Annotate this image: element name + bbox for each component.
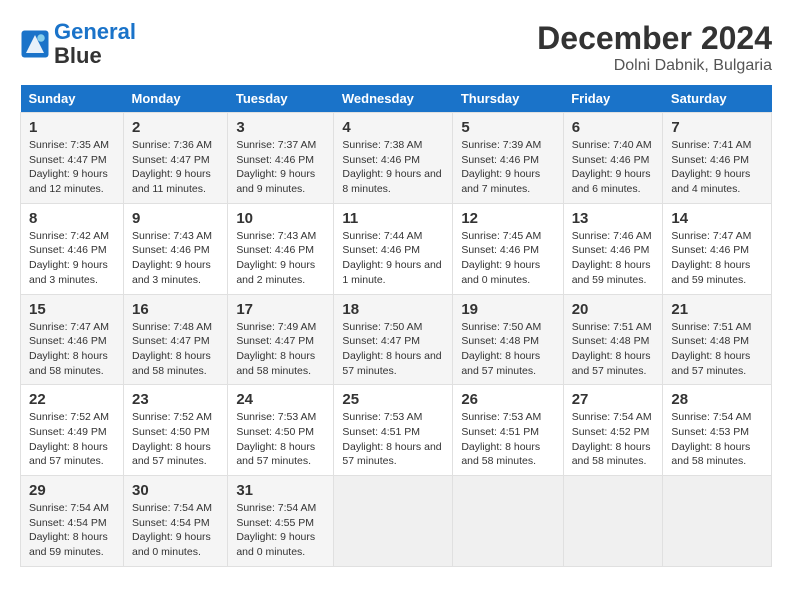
calendar-day-28: 28Sunrise: 7:54 AMSunset: 4:53 PMDayligh… — [663, 385, 772, 476]
calendar-day-11: 11Sunrise: 7:44 AMSunset: 4:46 PMDayligh… — [334, 203, 453, 294]
calendar-day-7: 7Sunrise: 7:41 AMSunset: 4:46 PMDaylight… — [663, 113, 772, 204]
calendar-day-1: 1Sunrise: 7:35 AMSunset: 4:47 PMDaylight… — [21, 113, 124, 204]
calendar-empty-4-6 — [663, 476, 772, 567]
calendar-day-3: 3Sunrise: 7:37 AMSunset: 4:46 PMDaylight… — [228, 113, 334, 204]
calendar-day-24: 24Sunrise: 7:53 AMSunset: 4:50 PMDayligh… — [228, 385, 334, 476]
calendar-day-4: 4Sunrise: 7:38 AMSunset: 4:46 PMDaylight… — [334, 113, 453, 204]
calendar-day-15: 15Sunrise: 7:47 AMSunset: 4:46 PMDayligh… — [21, 294, 124, 385]
calendar-day-5: 5Sunrise: 7:39 AMSunset: 4:46 PMDaylight… — [453, 113, 563, 204]
calendar-empty-4-3 — [334, 476, 453, 567]
logo-line1: General — [54, 19, 136, 44]
calendar-day-16: 16Sunrise: 7:48 AMSunset: 4:47 PMDayligh… — [123, 294, 227, 385]
calendar-week-1: 8Sunrise: 7:42 AMSunset: 4:46 PMDaylight… — [21, 203, 772, 294]
calendar-week-2: 15Sunrise: 7:47 AMSunset: 4:46 PMDayligh… — [21, 294, 772, 385]
calendar-day-29: 29Sunrise: 7:54 AMSunset: 4:54 PMDayligh… — [21, 476, 124, 567]
calendar-day-20: 20Sunrise: 7:51 AMSunset: 4:48 PMDayligh… — [563, 294, 663, 385]
weekday-header-row: SundayMondayTuesdayWednesdayThursdayFrid… — [21, 85, 772, 113]
calendar-day-27: 27Sunrise: 7:54 AMSunset: 4:52 PMDayligh… — [563, 385, 663, 476]
calendar-day-8: 8Sunrise: 7:42 AMSunset: 4:46 PMDaylight… — [21, 203, 124, 294]
calendar-day-26: 26Sunrise: 7:53 AMSunset: 4:51 PMDayligh… — [453, 385, 563, 476]
weekday-header-tuesday: Tuesday — [228, 85, 334, 113]
calendar-week-3: 22Sunrise: 7:52 AMSunset: 4:49 PMDayligh… — [21, 385, 772, 476]
calendar-day-21: 21Sunrise: 7:51 AMSunset: 4:48 PMDayligh… — [663, 294, 772, 385]
month-title: December 2024 — [537, 20, 772, 57]
calendar-day-9: 9Sunrise: 7:43 AMSunset: 4:46 PMDaylight… — [123, 203, 227, 294]
logo: General Blue — [20, 20, 136, 68]
calendar-week-4: 29Sunrise: 7:54 AMSunset: 4:54 PMDayligh… — [21, 476, 772, 567]
calendar-day-17: 17Sunrise: 7:49 AMSunset: 4:47 PMDayligh… — [228, 294, 334, 385]
calendar-day-30: 30Sunrise: 7:54 AMSunset: 4:54 PMDayligh… — [123, 476, 227, 567]
weekday-header-thursday: Thursday — [453, 85, 563, 113]
calendar-day-18: 18Sunrise: 7:50 AMSunset: 4:47 PMDayligh… — [334, 294, 453, 385]
weekday-header-monday: Monday — [123, 85, 227, 113]
weekday-header-friday: Friday — [563, 85, 663, 113]
logo-line2: Blue — [54, 44, 136, 68]
calendar-day-2: 2Sunrise: 7:36 AMSunset: 4:47 PMDaylight… — [123, 113, 227, 204]
title-block: December 2024 Dolni Dabnik, Bulgaria — [537, 20, 772, 75]
calendar-week-0: 1Sunrise: 7:35 AMSunset: 4:47 PMDaylight… — [21, 113, 772, 204]
calendar-empty-4-5 — [563, 476, 663, 567]
calendar-day-14: 14Sunrise: 7:47 AMSunset: 4:46 PMDayligh… — [663, 203, 772, 294]
calendar-day-6: 6Sunrise: 7:40 AMSunset: 4:46 PMDaylight… — [563, 113, 663, 204]
calendar-empty-4-4 — [453, 476, 563, 567]
weekday-header-sunday: Sunday — [21, 85, 124, 113]
calendar-day-23: 23Sunrise: 7:52 AMSunset: 4:50 PMDayligh… — [123, 385, 227, 476]
calendar-day-25: 25Sunrise: 7:53 AMSunset: 4:51 PMDayligh… — [334, 385, 453, 476]
calendar-day-12: 12Sunrise: 7:45 AMSunset: 4:46 PMDayligh… — [453, 203, 563, 294]
logo-icon — [20, 29, 50, 59]
calendar-day-10: 10Sunrise: 7:43 AMSunset: 4:46 PMDayligh… — [228, 203, 334, 294]
location-title: Dolni Dabnik, Bulgaria — [537, 57, 772, 75]
calendar-table: SundayMondayTuesdayWednesdayThursdayFrid… — [20, 85, 772, 567]
weekday-header-saturday: Saturday — [663, 85, 772, 113]
calendar-day-22: 22Sunrise: 7:52 AMSunset: 4:49 PMDayligh… — [21, 385, 124, 476]
calendar-day-31: 31Sunrise: 7:54 AMSunset: 4:55 PMDayligh… — [228, 476, 334, 567]
page-header: General Blue December 2024 Dolni Dabnik,… — [20, 20, 772, 75]
weekday-header-wednesday: Wednesday — [334, 85, 453, 113]
calendar-day-13: 13Sunrise: 7:46 AMSunset: 4:46 PMDayligh… — [563, 203, 663, 294]
calendar-day-19: 19Sunrise: 7:50 AMSunset: 4:48 PMDayligh… — [453, 294, 563, 385]
